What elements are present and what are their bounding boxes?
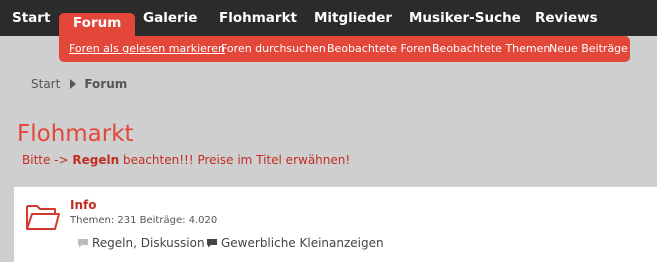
tab-flohmarkt-label: Flohmarkt [219, 10, 298, 26]
tab-galerie[interactable]: Galerie [133, 0, 207, 36]
folder-icon [26, 205, 60, 230]
breadcrumb-arrow-icon [70, 79, 77, 89]
tab-forum-label: Forum [73, 15, 122, 31]
page-title: Flohmarkt [17, 121, 134, 147]
subforum-link-rules[interactable]: Regeln, Diskussion [77, 236, 205, 250]
search-forums-link[interactable]: Foren durchsuchen [221, 36, 326, 62]
forum-title-link[interactable]: Info [70, 198, 96, 212]
tab-reviews-label: Reviews [535, 10, 598, 26]
subforum-link-commercial[interactable]: Gewerbliche Kleinanzeigen [206, 236, 384, 250]
main-nav: Start Forum Galerie Flohmarkt Mitglieder… [0, 0, 657, 36]
breadcrumb-current[interactable]: Forum [84, 77, 127, 91]
tab-mitglieder-label: Mitglieder [314, 10, 393, 26]
tab-reviews[interactable]: Reviews [525, 0, 608, 36]
tab-galerie-label: Galerie [143, 10, 198, 26]
forum-stats: Themen: 231 Beiträge: 4.020 [70, 215, 218, 226]
tab-start-label: Start [12, 10, 51, 26]
rules-link[interactable]: Regeln [72, 153, 119, 167]
tab-musiker-suche-label: Musiker-Suche [409, 10, 521, 26]
speech-bubble-dark-icon [207, 239, 217, 248]
new-posts-link[interactable]: Neue Beiträge [549, 36, 628, 62]
mark-forums-read-link[interactable]: Foren als gelesen markieren [69, 36, 225, 62]
desc-suffix: beachten!!! Preise im Titel erwähnen! [119, 153, 351, 167]
watched-forums-link[interactable]: Beobachtete Foren [327, 36, 431, 62]
tab-start[interactable]: Start [2, 0, 60, 36]
watched-threads-link[interactable]: Beobachtete Themen [432, 36, 550, 62]
speech-bubble-grey-icon [78, 239, 88, 248]
tab-musiker-suche[interactable]: Musiker-Suche [399, 0, 531, 36]
forum-node: Info Themen: 231 Beiträge: 4.020 Regeln,… [14, 187, 657, 262]
page-description: Bitte -> Regeln beachten!!! Preise im Ti… [22, 153, 350, 167]
tab-flohmarkt[interactable]: Flohmarkt [209, 0, 307, 36]
tab-forum[interactable]: Forum [59, 13, 136, 36]
forum-subnav: Foren als gelesen markieren Foren durchs… [59, 36, 630, 62]
tab-mitglieder[interactable]: Mitglieder [304, 0, 402, 36]
subforum-label: Gewerbliche Kleinanzeigen [221, 236, 384, 250]
breadcrumb: Start Forum [31, 77, 127, 93]
breadcrumb-start[interactable]: Start [31, 77, 60, 91]
desc-prefix: Bitte -> [22, 153, 73, 167]
subforum-label: Regeln, Diskussion [92, 236, 205, 250]
